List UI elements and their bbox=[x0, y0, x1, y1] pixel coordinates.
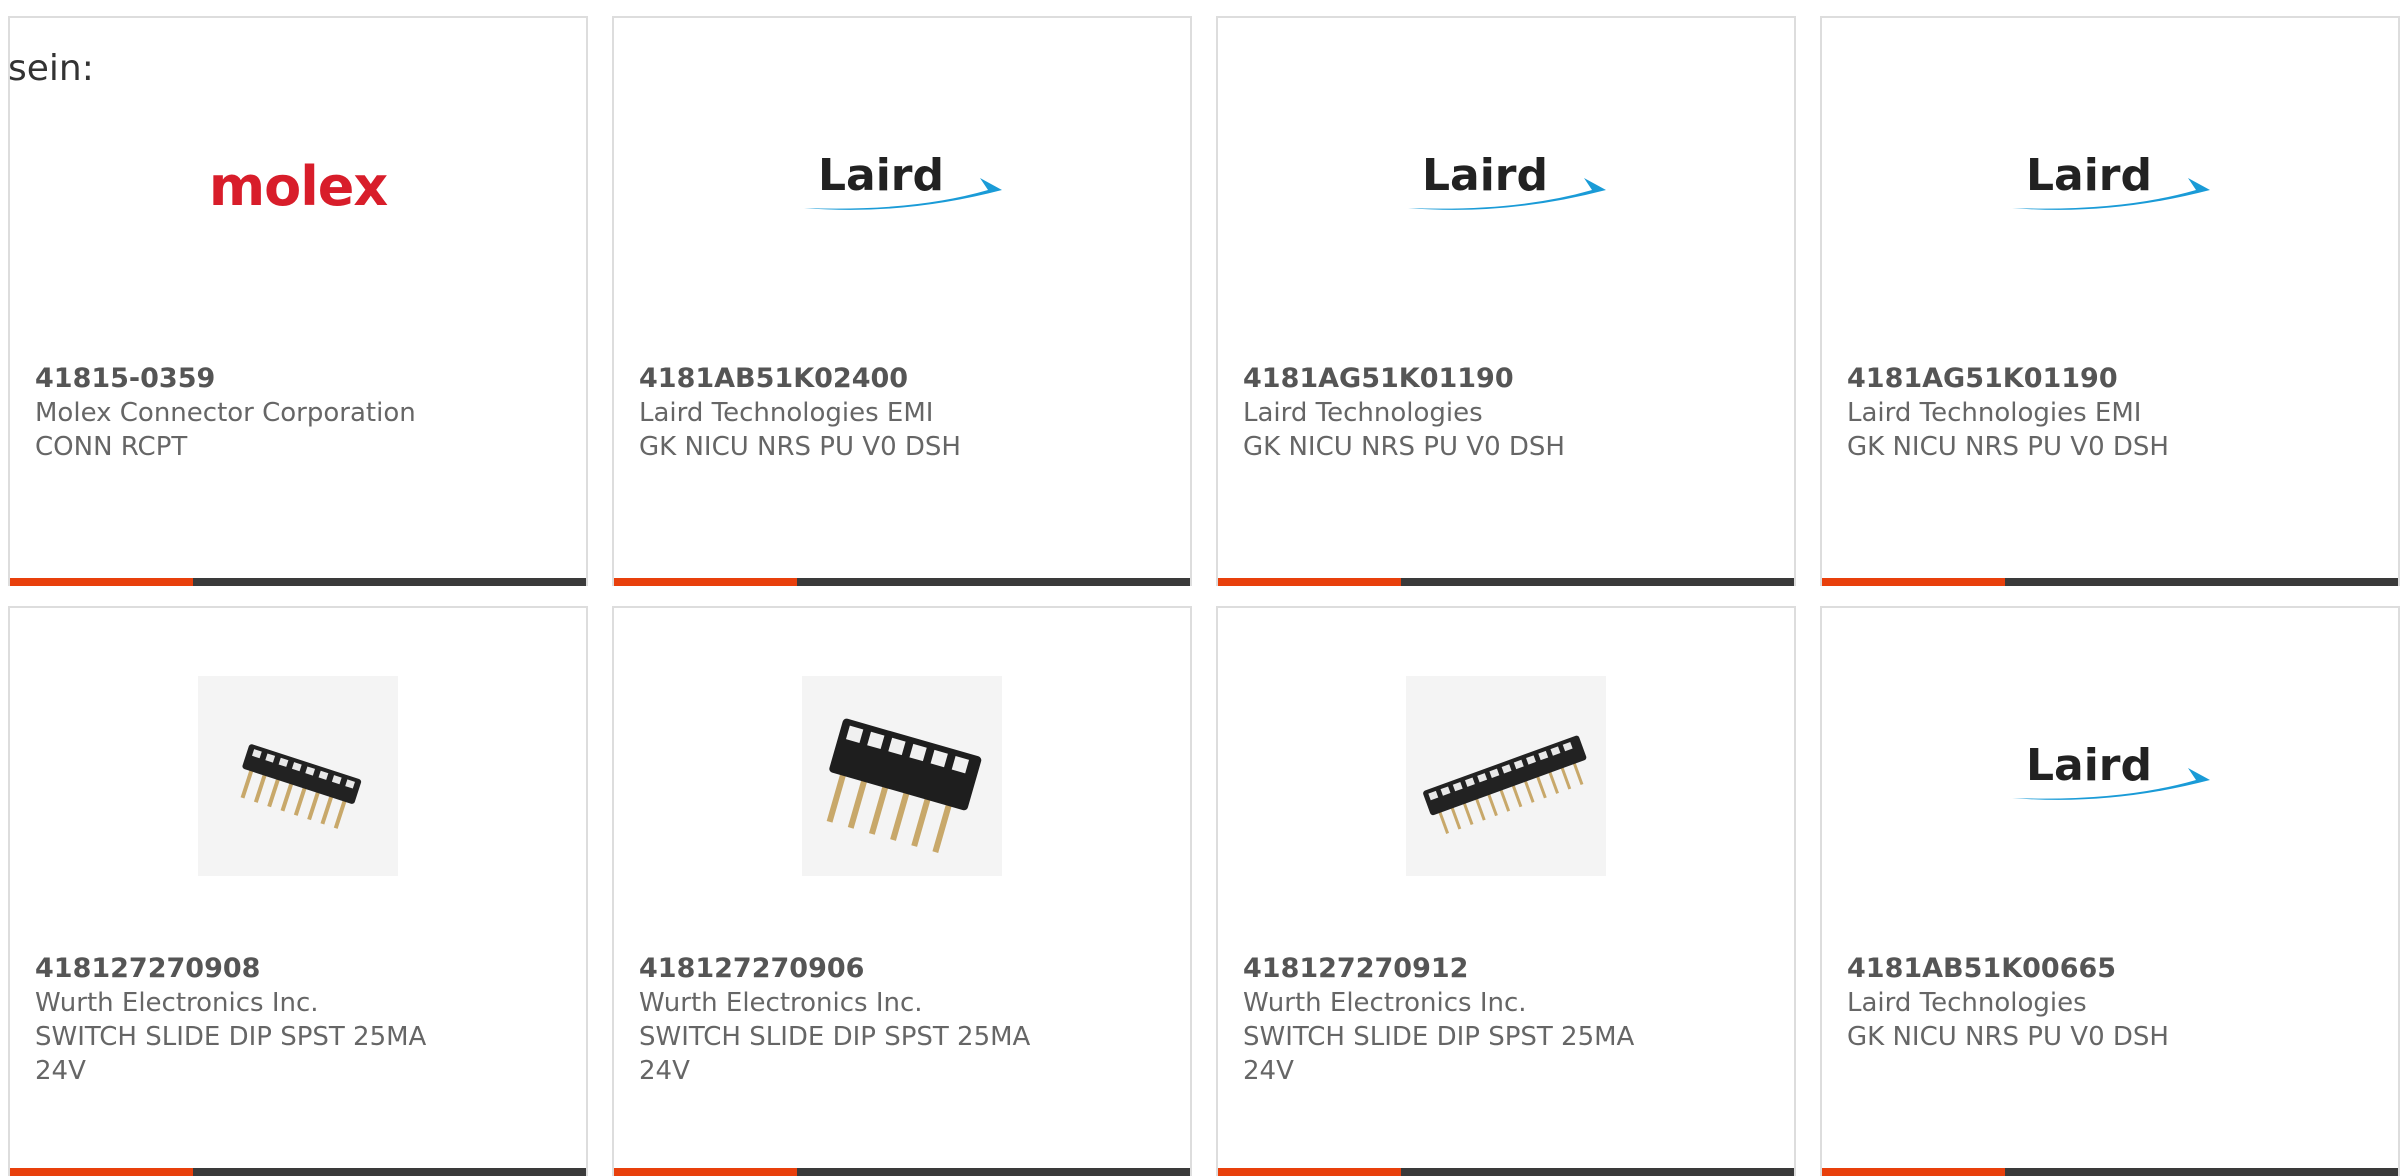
part-number[interactable]: 418127270908 bbox=[35, 952, 575, 986]
laird-logo: Laird bbox=[802, 86, 1002, 286]
description: GK NICU NRS PU V0 DSH bbox=[1243, 432, 1565, 462]
laird-logo: Laird bbox=[2010, 676, 2210, 876]
part-number[interactable]: 418127270906 bbox=[639, 952, 1179, 986]
manufacturer: Wurth Electronics Inc. bbox=[639, 988, 923, 1018]
manufacturer: Laird Technologies bbox=[1243, 398, 1483, 428]
product-card[interactable]: molex 41815-0359 Molex Connector Corpora… bbox=[8, 16, 588, 586]
description: SWITCH SLIDE DIP SPST 25MA 24V bbox=[35, 1022, 427, 1086]
molex-logo: molex bbox=[198, 86, 398, 286]
part-number[interactable]: 4181AB51K00665 bbox=[1847, 952, 2387, 986]
manufacturer: Laird Technologies bbox=[1847, 988, 2087, 1018]
manufacturer: Laird Technologies EMI bbox=[639, 398, 934, 428]
dip-switch-icon bbox=[198, 676, 398, 876]
manufacturer: Wurth Electronics Inc. bbox=[1243, 988, 1527, 1018]
product-card[interactable]: Laird 4181AB51K00665 Laird Technologies … bbox=[1820, 606, 2400, 1176]
description: GK NICU NRS PU V0 DSH bbox=[1847, 432, 2169, 462]
laird-logo: Laird bbox=[2010, 86, 2210, 286]
part-number[interactable]: 4181AG51K01190 bbox=[1847, 362, 2387, 396]
product-card[interactable]: 418127270906 Wurth Electronics Inc. SWIT… bbox=[612, 606, 1192, 1176]
manufacturer: Laird Technologies EMI bbox=[1847, 398, 2142, 428]
part-number[interactable]: 4181AG51K01190 bbox=[1243, 362, 1783, 396]
dip-switch-6-image bbox=[802, 676, 1002, 876]
description: SWITCH SLIDE DIP SPST 25MA 24V bbox=[1243, 1022, 1635, 1086]
laird-logo: Laird bbox=[1406, 86, 1606, 286]
product-card[interactable]: 418127270908 Wurth Electronics Inc. SWIT… bbox=[8, 606, 588, 1176]
part-number[interactable]: 4181AB51K02400 bbox=[639, 362, 1179, 396]
logo-text: Laird bbox=[2026, 740, 2153, 791]
dip-switch-8-image bbox=[198, 676, 398, 876]
description: GK NICU NRS PU V0 DSH bbox=[1847, 1022, 2169, 1052]
dip-switch-icon bbox=[802, 676, 1002, 876]
card-accent-bar bbox=[1822, 578, 2005, 586]
part-number[interactable]: 418127270912 bbox=[1243, 952, 1783, 986]
product-card[interactable]: 418127270912 Wurth Electronics Inc. SWIT… bbox=[1216, 606, 1796, 1176]
card-accent-bar bbox=[614, 1168, 797, 1176]
product-card[interactable]: Laird 4181AB51K02400 Laird Technologies … bbox=[612, 16, 1192, 586]
card-accent-bar bbox=[10, 578, 193, 586]
product-card[interactable]: Laird 4181AG51K01190 Laird Technologies … bbox=[1216, 16, 1796, 586]
card-accent-bar bbox=[1218, 1168, 1401, 1176]
description: SWITCH SLIDE DIP SPST 25MA 24V bbox=[639, 1022, 1031, 1086]
card-accent-bar bbox=[10, 1168, 193, 1176]
dip-switch-icon bbox=[1406, 676, 1606, 876]
logo-text: molex bbox=[208, 154, 388, 218]
logo-text: Laird bbox=[818, 150, 945, 201]
intro-text: sein: bbox=[8, 48, 94, 89]
card-accent-bar bbox=[614, 578, 797, 586]
manufacturer: Wurth Electronics Inc. bbox=[35, 988, 319, 1018]
logo-text: Laird bbox=[1422, 150, 1549, 201]
description: GK NICU NRS PU V0 DSH bbox=[639, 432, 961, 462]
logo-text: Laird bbox=[2026, 150, 2153, 201]
dip-switch-12-image bbox=[1406, 676, 1606, 876]
description: CONN RCPT bbox=[35, 432, 188, 462]
product-card[interactable]: Laird 4181AG51K01190 Laird Technologies … bbox=[1820, 16, 2400, 586]
manufacturer: Molex Connector Corporation bbox=[35, 398, 416, 428]
card-accent-bar bbox=[1822, 1168, 2005, 1176]
card-accent-bar bbox=[1218, 578, 1401, 586]
part-number[interactable]: 41815-0359 bbox=[35, 362, 575, 396]
